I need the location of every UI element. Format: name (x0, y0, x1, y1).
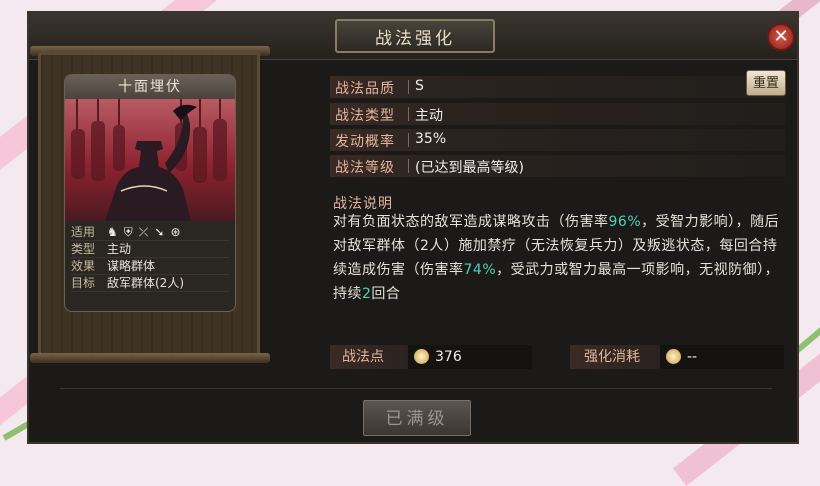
tactic-artwork (65, 99, 235, 221)
field-label: 发动概率 (335, 134, 395, 150)
field-value: 主动 (415, 108, 443, 124)
field-type: 战法类型 主动 (330, 103, 785, 125)
info-value: 敌军群体(2人) (107, 276, 184, 290)
info-row-applicable: 适用 ♞ ⛨ ⤫ ➘ ⊛ (71, 224, 229, 241)
bow-icon: ⤫ (138, 225, 149, 239)
description-highlight: 74% (463, 262, 497, 278)
info-row-target: 目标 敌军群体(2人) (71, 275, 229, 292)
tactic-points-amount: 376 (435, 349, 462, 365)
description-highlight: 2 (362, 286, 372, 302)
divider (408, 80, 409, 94)
description-text: 回合 (371, 286, 401, 302)
field-probability: 发动概率 35% (330, 129, 785, 151)
close-button[interactable]: ✕ (767, 23, 795, 51)
info-value: 谋略群体 (107, 259, 156, 273)
tactic-points-label: 战法点 (330, 345, 408, 369)
info-row-effect: 效果 谋略群体 (71, 258, 229, 275)
info-key: 效果 (71, 259, 96, 273)
vehicle-icon: ⊛ (170, 225, 181, 239)
tactic-description: 对有负面状态的敌军造成谋略攻击（伤害率96%，受智力影响），随后对敌军群体（2人… (333, 210, 783, 306)
divider (60, 388, 772, 389)
upgrade-cost-amount: -- (687, 349, 698, 365)
field-value: 35% (415, 131, 447, 147)
info-row-type: 类型 主动 (71, 241, 229, 258)
upgrade-cost-label: 强化消耗 (570, 345, 660, 369)
shield-icon: ⛨ (123, 225, 133, 239)
tactic-points-value: 376 (408, 345, 532, 369)
tactic-point-icon (414, 348, 429, 364)
info-value: 主动 (107, 242, 132, 256)
close-icon: ✕ (773, 26, 789, 47)
tactic-name: 十面埋伏 (65, 75, 235, 99)
max-level-button: 已满级 (363, 400, 471, 436)
field-value: S (415, 78, 424, 94)
description-highlight: 96% (608, 214, 642, 230)
scroll-rod-bottom (30, 353, 270, 363)
general-silhouette-image (71, 99, 227, 221)
divider (408, 159, 409, 173)
info-key: 类型 (71, 242, 96, 256)
field-level: 战法等级 (已达到最高等级) (330, 155, 785, 177)
field-value: (已达到最高等级) (415, 160, 524, 176)
tactic-point-icon (666, 348, 681, 364)
tactic-card[interactable]: 十面埋伏 适用 ♞ ⛨ ⤫ ➘ ⊛ 类型 主动 效果 谋略群体 目标 敌军群体(… (64, 74, 236, 312)
cavalry-icon: ♞ (107, 225, 118, 239)
dialog-title: 战法强化 (335, 19, 495, 53)
divider (408, 133, 409, 147)
divider (408, 107, 409, 121)
tactic-info-table: 适用 ♞ ⛨ ⤫ ➘ ⊛ 类型 主动 效果 谋略群体 目标 敌军群体(2人) (65, 221, 235, 295)
applicable-troop-icons: ♞ ⛨ ⤫ ➘ ⊛ (107, 224, 181, 240)
field-label: 战法等级 (335, 160, 395, 176)
info-key: 适用 (71, 225, 96, 239)
field-label: 战法类型 (335, 108, 395, 124)
reset-button[interactable]: 重置 (746, 70, 786, 96)
info-key: 目标 (71, 276, 96, 290)
description-text: 对有负面状态的敌军造成谋略攻击（伤害率 (333, 214, 609, 230)
field-label: 战法品质 (335, 81, 395, 97)
spear-icon: ➘ (154, 225, 165, 239)
upgrade-cost-value: -- (660, 345, 784, 369)
field-quality: 战法品质 S (330, 76, 785, 98)
